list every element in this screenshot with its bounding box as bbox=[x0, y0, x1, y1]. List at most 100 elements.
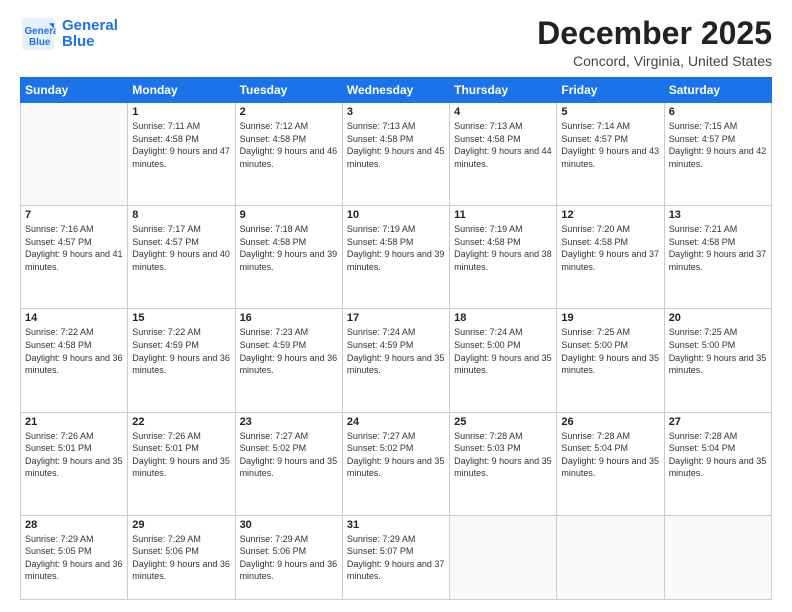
day-info: Sunrise: 7:11 AMSunset: 4:58 PMDaylight:… bbox=[132, 120, 230, 170]
day-number: 1 bbox=[132, 106, 230, 118]
day-number: 20 bbox=[669, 312, 767, 324]
day-info: Sunrise: 7:13 AMSunset: 4:58 PMDaylight:… bbox=[454, 120, 552, 170]
day-number: 3 bbox=[347, 106, 445, 118]
calendar-cell bbox=[450, 515, 557, 599]
calendar-title: December 2025 bbox=[537, 16, 772, 51]
day-info: Sunrise: 7:29 AMSunset: 5:06 PMDaylight:… bbox=[240, 533, 338, 583]
calendar-cell: 30 Sunrise: 7:29 AMSunset: 5:06 PMDayligh… bbox=[235, 515, 342, 599]
day-number: 5 bbox=[561, 106, 659, 118]
day-info: Sunrise: 7:29 AMSunset: 5:05 PMDaylight:… bbox=[25, 533, 123, 583]
day-number: 30 bbox=[240, 519, 338, 531]
logo-text-line1: General bbox=[62, 18, 118, 35]
calendar-cell: 27 Sunrise: 7:28 AMSunset: 5:04 PMDayligh… bbox=[664, 412, 771, 515]
calendar-cell bbox=[557, 515, 664, 599]
calendar-cell: 26 Sunrise: 7:28 AMSunset: 5:04 PMDayligh… bbox=[557, 412, 664, 515]
day-info: Sunrise: 7:17 AMSunset: 4:57 PMDaylight:… bbox=[132, 223, 230, 273]
day-info: Sunrise: 7:22 AMSunset: 4:59 PMDaylight:… bbox=[132, 326, 230, 376]
header: General Blue General Blue December 2025 … bbox=[20, 16, 772, 69]
day-info: Sunrise: 7:19 AMSunset: 4:58 PMDaylight:… bbox=[454, 223, 552, 273]
weekday-header-monday: Monday bbox=[128, 78, 235, 103]
day-number: 12 bbox=[561, 209, 659, 221]
day-number: 2 bbox=[240, 106, 338, 118]
calendar-cell: 28 Sunrise: 7:29 AMSunset: 5:05 PMDayligh… bbox=[21, 515, 128, 599]
day-number: 6 bbox=[669, 106, 767, 118]
day-info: Sunrise: 7:25 AMSunset: 5:00 PMDaylight:… bbox=[669, 326, 767, 376]
calendar-cell: 16 Sunrise: 7:23 AMSunset: 4:59 PMDayligh… bbox=[235, 309, 342, 412]
weekday-header-wednesday: Wednesday bbox=[342, 78, 449, 103]
calendar-cell: 4 Sunrise: 7:13 AMSunset: 4:58 PMDaylight… bbox=[450, 103, 557, 206]
calendar-table: SundayMondayTuesdayWednesdayThursdayFrid… bbox=[20, 77, 772, 600]
day-info: Sunrise: 7:28 AMSunset: 5:04 PMDaylight:… bbox=[561, 430, 659, 480]
title-block: December 2025 Concord, Virginia, United … bbox=[537, 16, 772, 69]
calendar-cell: 2 Sunrise: 7:12 AMSunset: 4:58 PMDaylight… bbox=[235, 103, 342, 206]
calendar-cell: 7 Sunrise: 7:16 AMSunset: 4:57 PMDaylight… bbox=[21, 206, 128, 309]
calendar-cell: 5 Sunrise: 7:14 AMSunset: 4:57 PMDaylight… bbox=[557, 103, 664, 206]
weekday-header-tuesday: Tuesday bbox=[235, 78, 342, 103]
day-info: Sunrise: 7:16 AMSunset: 4:57 PMDaylight:… bbox=[25, 223, 123, 273]
calendar-cell: 11 Sunrise: 7:19 AMSunset: 4:58 PMDayligh… bbox=[450, 206, 557, 309]
calendar-cell bbox=[21, 103, 128, 206]
day-number: 7 bbox=[25, 209, 123, 221]
calendar-cell: 18 Sunrise: 7:24 AMSunset: 5:00 PMDayligh… bbox=[450, 309, 557, 412]
day-info: Sunrise: 7:26 AMSunset: 5:01 PMDaylight:… bbox=[25, 430, 123, 480]
day-number: 26 bbox=[561, 416, 659, 428]
calendar-cell: 29 Sunrise: 7:29 AMSunset: 5:06 PMDayligh… bbox=[128, 515, 235, 599]
day-number: 22 bbox=[132, 416, 230, 428]
day-number: 19 bbox=[561, 312, 659, 324]
calendar-cell: 31Sunrise: 7:29 AMSunset: 5:07 PMDayligh… bbox=[342, 515, 449, 599]
day-info: Sunrise: 7:26 AMSunset: 5:01 PMDaylight:… bbox=[132, 430, 230, 480]
day-info: Sunrise: 7:29 AMSunset: 5:06 PMDaylight:… bbox=[132, 533, 230, 583]
day-number: 8 bbox=[132, 209, 230, 221]
calendar-cell: 3 Sunrise: 7:13 AMSunset: 4:58 PMDaylight… bbox=[342, 103, 449, 206]
day-number: 15 bbox=[132, 312, 230, 324]
day-number: 25 bbox=[454, 416, 552, 428]
day-info: Sunrise: 7:19 AMSunset: 4:58 PMDaylight:… bbox=[347, 223, 445, 273]
calendar-cell: 15 Sunrise: 7:22 AMSunset: 4:59 PMDayligh… bbox=[128, 309, 235, 412]
svg-text:Blue: Blue bbox=[29, 37, 51, 48]
day-number: 23 bbox=[240, 416, 338, 428]
day-number: 14 bbox=[25, 312, 123, 324]
day-info: Sunrise: 7:23 AMSunset: 4:59 PMDaylight:… bbox=[240, 326, 338, 376]
calendar-cell: 6 Sunrise: 7:15 AMSunset: 4:57 PMDaylight… bbox=[664, 103, 771, 206]
calendar-cell: 12 Sunrise: 7:20 AMSunset: 4:58 PMDayligh… bbox=[557, 206, 664, 309]
calendar-cell bbox=[664, 515, 771, 599]
calendar-cell: 20 Sunrise: 7:25 AMSunset: 5:00 PMDayligh… bbox=[664, 309, 771, 412]
weekday-header-saturday: Saturday bbox=[664, 78, 771, 103]
calendar-cell: 10 Sunrise: 7:19 AMSunset: 4:58 PMDayligh… bbox=[342, 206, 449, 309]
day-info: Sunrise: 7:28 AMSunset: 5:03 PMDaylight:… bbox=[454, 430, 552, 480]
weekday-header-row: SundayMondayTuesdayWednesdayThursdayFrid… bbox=[21, 78, 772, 103]
day-info: Sunrise: 7:13 AMSunset: 4:58 PMDaylight:… bbox=[347, 120, 445, 170]
day-info: Sunrise: 7:25 AMSunset: 5:00 PMDaylight:… bbox=[561, 326, 659, 376]
day-info: Sunrise: 7:14 AMSunset: 4:57 PMDaylight:… bbox=[561, 120, 659, 170]
day-number: 28 bbox=[25, 519, 123, 531]
day-info: Sunrise: 7:28 AMSunset: 5:04 PMDaylight:… bbox=[669, 430, 767, 480]
day-number: 27 bbox=[669, 416, 767, 428]
day-number: 4 bbox=[454, 106, 552, 118]
day-info: Sunrise: 7:24 AMSunset: 5:00 PMDaylight:… bbox=[454, 326, 552, 376]
calendar-cell: 25 Sunrise: 7:28 AMSunset: 5:03 PMDayligh… bbox=[450, 412, 557, 515]
day-number: 11 bbox=[454, 209, 552, 221]
day-info: Sunrise: 7:21 AMSunset: 4:58 PMDaylight:… bbox=[669, 223, 767, 273]
calendar-cell: 14 Sunrise: 7:22 AMSunset: 4:58 PMDayligh… bbox=[21, 309, 128, 412]
calendar-subtitle: Concord, Virginia, United States bbox=[537, 53, 772, 69]
day-number: 18 bbox=[454, 312, 552, 324]
calendar-cell: 13Sunrise: 7:21 AMSunset: 4:58 PMDayligh… bbox=[664, 206, 771, 309]
day-info: Sunrise: 7:27 AMSunset: 5:02 PMDaylight:… bbox=[347, 430, 445, 480]
calendar-cell: 1 Sunrise: 7:11 AMSunset: 4:58 PMDaylight… bbox=[128, 103, 235, 206]
day-number: 24 bbox=[347, 416, 445, 428]
weekday-header-sunday: Sunday bbox=[21, 78, 128, 103]
day-info: Sunrise: 7:20 AMSunset: 4:58 PMDaylight:… bbox=[561, 223, 659, 273]
day-info: Sunrise: 7:15 AMSunset: 4:57 PMDaylight:… bbox=[669, 120, 767, 170]
day-number: 16 bbox=[240, 312, 338, 324]
day-info: Sunrise: 7:12 AMSunset: 4:58 PMDaylight:… bbox=[240, 120, 338, 170]
weekday-header-thursday: Thursday bbox=[450, 78, 557, 103]
day-number: 21 bbox=[25, 416, 123, 428]
day-number: 9 bbox=[240, 209, 338, 221]
calendar-cell: 9Sunrise: 7:18 AMSunset: 4:58 PMDaylight… bbox=[235, 206, 342, 309]
day-info: Sunrise: 7:24 AMSunset: 4:59 PMDaylight:… bbox=[347, 326, 445, 376]
page: General Blue General Blue December 2025 … bbox=[0, 0, 792, 612]
logo: General Blue General Blue bbox=[20, 16, 118, 52]
day-number: 29 bbox=[132, 519, 230, 531]
day-info: Sunrise: 7:22 AMSunset: 4:58 PMDaylight:… bbox=[25, 326, 123, 376]
day-number: 10 bbox=[347, 209, 445, 221]
